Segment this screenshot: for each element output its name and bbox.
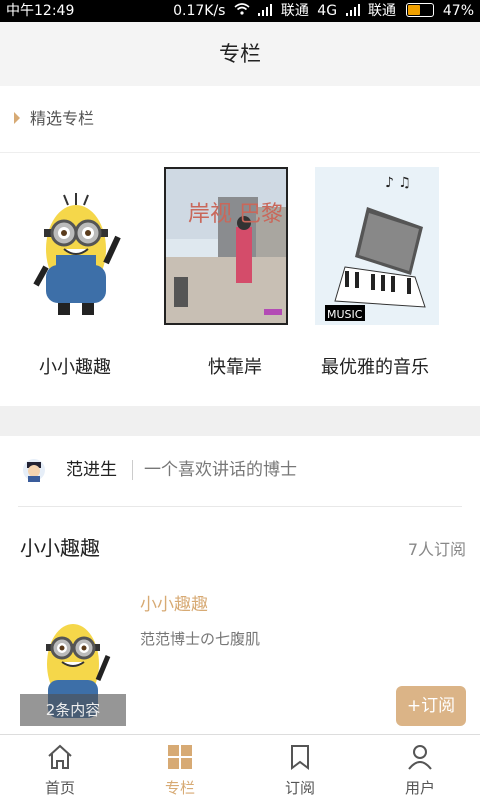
tab-label: 专栏: [164, 779, 195, 797]
item-title[interactable]: 小小趣趣: [140, 590, 208, 615]
tab-user[interactable]: 用户: [360, 735, 480, 801]
tab-columns[interactable]: 专栏: [120, 735, 240, 801]
section-label: 精选专栏: [30, 109, 95, 128]
bookmark-icon: [291, 745, 309, 770]
minion-thumbnail: [33, 193, 121, 315]
network-speed: 0.17K/s: [173, 3, 226, 19]
column-title: 小小趣趣: [20, 536, 100, 560]
user-icon: [408, 745, 432, 770]
page-title: 专栏: [0, 22, 480, 86]
author-bio: 一个喜欢讲话的博士: [144, 460, 297, 480]
column-card[interactable]: 范进生 一个喜欢讲话的博士 小小趣趣 7人订阅 2条内容 小小趣趣 范范博士の七…: [0, 436, 480, 734]
tab-home[interactable]: 首页: [0, 735, 120, 801]
tab-label: 用户: [404, 779, 435, 797]
subscriber-count: 7人订阅: [407, 540, 466, 559]
signal-icon-2: [345, 4, 360, 16]
signal-icon: [258, 4, 273, 16]
carrier-2: 联通: [367, 3, 396, 19]
featured-item[interactable]: 小小趣趣: [0, 153, 160, 406]
featured-section-header: 精选专栏: [0, 86, 480, 153]
tab-label: 首页: [44, 779, 75, 797]
tab-subscriptions[interactable]: 订阅: [240, 735, 360, 801]
divider: [132, 460, 133, 480]
bottom-tab-bar: 首页 专栏 订阅 用户: [0, 734, 480, 801]
network-type: 4G: [317, 3, 338, 19]
author-row[interactable]: 范进生 一个喜欢讲话的博士: [0, 436, 480, 506]
wifi-icon: [234, 0, 250, 22]
featured-item[interactable]: 岸视 巴黎 快靠岸: [160, 153, 320, 406]
author-name: 范进生: [66, 460, 117, 480]
piano-thumbnail: ♪ ♫ MUSIC: [315, 167, 439, 325]
avatar: [23, 459, 45, 482]
section-gap: [0, 406, 480, 436]
subscribe-button[interactable]: +订阅: [396, 686, 466, 726]
divider: [18, 506, 462, 507]
tab-label: 订阅: [284, 779, 315, 797]
city-cover-thumbnail: 岸视 巴黎: [164, 167, 288, 325]
content-count-badge: 2条内容: [20, 694, 126, 726]
featured-item[interactable]: ♪ ♫ MUSIC 最优雅的音乐: [315, 153, 475, 406]
battery-percent: 47%: [442, 3, 474, 19]
home-icon: [48, 744, 72, 769]
featured-item-title: 快靠岸: [208, 357, 262, 378]
cover-text-big: 岸视 巴黎: [188, 202, 283, 227]
featured-item-title: 小小趣趣: [39, 357, 111, 378]
carrier-1: 联通: [280, 3, 309, 19]
status-bar: 中午12:49 0.17K/s 联通 4G 联通 47%: [0, 0, 480, 22]
grid-icon: [168, 745, 192, 769]
triangle-right-icon: [14, 112, 20, 124]
featured-item-title: 最优雅的音乐: [321, 357, 429, 378]
item-description: 范范博士の七腹肌: [140, 630, 261, 648]
svg-text:♪ ♫: ♪ ♫: [385, 175, 411, 191]
featured-list: 小小趣趣 岸视 巴黎 快靠岸 ♪ ♫ MUSIC 最优雅的音乐: [0, 153, 480, 406]
battery-icon: [406, 3, 435, 17]
status-time: 中午12:49: [6, 3, 75, 19]
status-right: 0.17K/s 联通 4G 联通 47%: [169, 0, 474, 22]
cover-music-label: MUSIC: [327, 308, 363, 321]
